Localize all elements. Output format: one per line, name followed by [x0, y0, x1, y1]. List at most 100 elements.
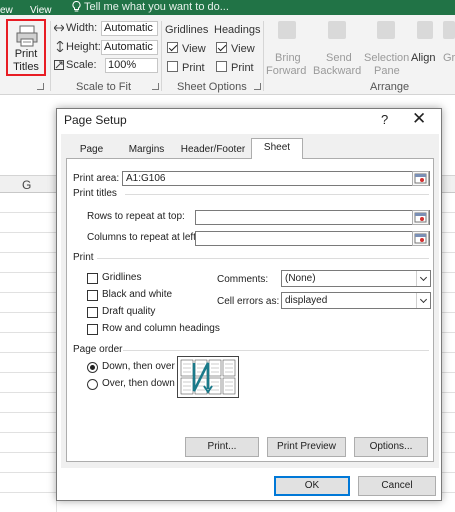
dialog-body: Page Margins Header/Footer Sheet Print a… — [61, 134, 439, 468]
print-area-value: A1:G106 — [126, 173, 166, 184]
width-value: Automatic — [104, 22, 153, 34]
checkbox-checked-icon — [167, 42, 178, 53]
ribbon: Print Titles Width: Automatic Height: Au… — [0, 15, 455, 95]
align-label[interactable]: Align — [411, 52, 435, 64]
gridlines-view-checkbox[interactable]: View — [167, 42, 206, 55]
print-titles-label-2: Titles — [13, 61, 39, 73]
print-preview-button[interactable]: Print Preview — [267, 437, 346, 457]
tab-page[interactable]: Page — [69, 140, 114, 159]
gridlines-view-label: View — [182, 43, 206, 55]
cancel-label: Cancel — [381, 480, 413, 491]
down-then-over-radio[interactable] — [87, 362, 98, 373]
scale-launcher-icon[interactable] — [152, 83, 159, 90]
selection-pane-icon — [377, 21, 395, 39]
gridlines-print-checkbox[interactable]: Print — [167, 61, 205, 74]
group-icon — [443, 21, 455, 39]
close-icon[interactable]: ✕ — [412, 109, 426, 129]
height-icon — [56, 41, 64, 52]
section-rule — [97, 258, 429, 259]
headings-print-checkbox[interactable]: Print — [216, 61, 254, 74]
tell-me-box[interactable]: Tell me what you want to do... — [72, 0, 229, 13]
print-titles-heading: Print titles — [73, 188, 117, 199]
comments-select[interactable]: (None) — [281, 270, 431, 287]
cols-repeat-input[interactable] — [195, 231, 430, 246]
send-backward-label-1: Send — [326, 52, 352, 64]
over-then-down-radio[interactable] — [87, 379, 98, 390]
dialog-title: Page Setup — [64, 113, 127, 127]
collapse-dialog-icon — [414, 212, 427, 223]
height-value: Automatic — [104, 41, 153, 53]
help-icon[interactable]: ? — [381, 112, 388, 127]
scale-to-fit-group-label: Scale to Fit — [76, 81, 132, 93]
tell-me-text: Tell me what you want to do... — [84, 1, 229, 13]
black-white-checkbox[interactable] — [87, 290, 98, 301]
headings-heading: Headings — [214, 24, 261, 36]
bring-forward-label-2: Forward — [266, 65, 307, 77]
tab-margins[interactable]: Margins — [119, 140, 174, 159]
options-button[interactable]: Options... — [354, 437, 428, 457]
sheet-options-launcher-icon[interactable] — [254, 83, 261, 90]
group-divider — [161, 21, 162, 91]
title-tab-bar: ew View Tell me what you want to do... — [0, 0, 455, 16]
section-rule — [125, 194, 429, 195]
rows-repeat-label: Rows to repeat at top: — [87, 211, 185, 222]
options-label: Options... — [369, 441, 413, 452]
column-header-g[interactable]: G — [22, 178, 31, 192]
send-backward-label-2: Backward — [313, 65, 362, 77]
down-then-over-label: Down, then over — [102, 361, 175, 372]
print-titles-icon — [16, 25, 38, 47]
selection-pane-label-2: Pane — [374, 65, 400, 77]
group-label-partial: Gr — [443, 52, 455, 64]
over-then-down-label: Over, then down — [102, 378, 175, 389]
page-order-section: Page order — [73, 344, 429, 355]
headings-view-checkbox[interactable]: View — [216, 42, 255, 55]
print-titles-section: Print titles — [73, 188, 429, 199]
tab-header-footer[interactable]: Header/Footer — [177, 140, 249, 159]
scale-icon — [54, 60, 64, 70]
bring-forward-label-1: Bring — [275, 52, 301, 64]
black-white-label: Black and white — [102, 289, 173, 300]
lightbulb-icon — [72, 0, 81, 12]
headings-print-label: Print — [231, 62, 254, 74]
gridlines-checkbox[interactable] — [87, 273, 98, 284]
print-area-label-text: Print area: — [73, 173, 120, 184]
print-button[interactable]: Print... — [185, 437, 259, 457]
width-icon — [54, 24, 64, 32]
send-backward-icon — [328, 21, 346, 39]
page-setup-launcher-icon[interactable] — [37, 83, 44, 90]
height-select[interactable]: Automatic — [101, 40, 158, 55]
sheet-options-group-label: Sheet Options — [177, 81, 247, 93]
cancel-button[interactable]: Cancel — [358, 476, 436, 496]
scale-input[interactable]: 100% — [105, 58, 158, 73]
width-label: Width: — [66, 22, 98, 34]
print-heading: Print — [73, 252, 94, 263]
cell-errors-select[interactable]: displayed — [281, 292, 431, 309]
row-col-headings-checkbox[interactable] — [87, 324, 98, 335]
gridlines-print-label: Print — [182, 62, 205, 74]
sheet-tab-pane: Print area: A1:G106 Print titles Rows to… — [66, 158, 434, 462]
comments-value: (None) — [285, 273, 316, 284]
height-label: Height: — [66, 41, 101, 53]
cols-repeat-collapse-button[interactable] — [412, 231, 429, 246]
group-divider — [50, 21, 51, 91]
comments-label: Comments: — [217, 274, 269, 285]
width-select[interactable]: Automatic — [101, 21, 158, 36]
rows-repeat-input[interactable] — [195, 210, 430, 225]
tab-sheet[interactable]: Sheet — [251, 138, 303, 159]
draft-quality-label: Draft quality — [102, 306, 156, 317]
print-area-input[interactable]: A1:G106 — [122, 171, 430, 186]
ok-button[interactable]: OK — [274, 476, 350, 496]
section-rule — [123, 350, 429, 351]
collapse-dialog-icon — [414, 233, 427, 244]
scale-value: 100% — [108, 59, 137, 71]
gridlines-heading: Gridlines — [165, 24, 209, 36]
page-setup-dialog: Page Setup ? ✕ Page Margins Header/Foote… — [56, 108, 442, 501]
print-section: Print — [73, 252, 429, 263]
scale-label: Scale: — [66, 59, 97, 71]
draft-quality-checkbox[interactable] — [87, 307, 98, 318]
print-titles-label-1: Print — [14, 48, 38, 60]
print-area-collapse-button[interactable] — [412, 171, 429, 186]
print-titles-button[interactable]: Print Titles — [6, 19, 46, 76]
rows-repeat-collapse-button[interactable] — [412, 210, 429, 225]
gridlines-checkbox-label: Gridlines — [102, 272, 142, 283]
